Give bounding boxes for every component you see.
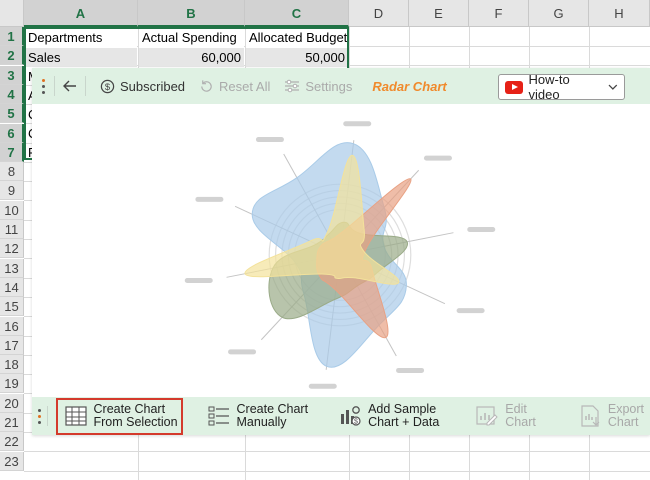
edit-chart-button[interactable]: Edit Chart (469, 398, 542, 434)
row-header-13[interactable]: 13 (0, 258, 24, 278)
radar-axis-label-placeholder (396, 367, 425, 373)
add-sample-chart-data-button[interactable]: $ Add Sample Chart + Data (332, 398, 445, 434)
cell-a1[interactable]: Departments (25, 28, 137, 47)
radar-chart-addin-panel: $ Subscribed Reset All Settings Radar Ch… (32, 68, 650, 435)
reset-all-button[interactable]: Reset All (199, 79, 270, 94)
table-icon (64, 406, 87, 426)
row-header-23[interactable]: 23 (0, 451, 24, 471)
row-header-4[interactable]: 4 (0, 84, 24, 104)
edit-chart-line1: Edit (505, 402, 527, 416)
create-from-selection-line1: Create Chart (93, 402, 166, 416)
addin-toolbar: $ Subscribed Reset All Settings Radar Ch… (32, 68, 650, 104)
create-manually-line1: Create Chart (236, 402, 309, 416)
radar-chart-preview (32, 104, 650, 396)
row-header-2[interactable]: 2 (0, 46, 24, 66)
bottom-menu-dots[interactable] (38, 408, 42, 424)
export-chart-button[interactable]: Export Chart (572, 398, 650, 434)
list-edit-icon (208, 406, 229, 426)
subscribed-label: Subscribed (120, 78, 186, 94)
column-header-c[interactable]: C (245, 0, 349, 27)
add-sample-line1: Add Sample (368, 402, 437, 416)
grid-row-line (24, 451, 650, 453)
add-sample-line2: Chart + Data (368, 415, 440, 429)
back-button[interactable] (63, 79, 77, 93)
row-header-16[interactable]: 16 (0, 316, 24, 336)
dollar-circle-icon: $ (100, 79, 115, 93)
cell-b2[interactable]: 60,000 (139, 48, 244, 67)
row-header-5[interactable]: 5 (0, 104, 24, 124)
row-header-12[interactable]: 12 (0, 239, 24, 259)
grid-row-line (24, 470, 650, 472)
create-from-selection-line2: From Selection (93, 415, 178, 429)
export-chart-icon (581, 405, 600, 427)
howto-video-dropdown[interactable]: How-to video (498, 72, 625, 102)
toolbar-separator (54, 76, 55, 96)
addin-bottom-bar: Create Chart From Selection Create Chart M… (32, 397, 650, 435)
row-header-17[interactable]: 17 (0, 335, 24, 355)
create-manually-line2: Manually (236, 415, 287, 429)
radar-axis-label-placeholder (343, 121, 372, 127)
reset-icon (201, 79, 212, 92)
edit-chart-line2: Chart (505, 415, 536, 429)
create-chart-from-selection-button[interactable]: Create Chart From Selection (55, 397, 183, 435)
radar-axis-label-placeholder (195, 196, 224, 202)
create-chart-manually-button[interactable]: Create Chart Manually (201, 398, 315, 434)
row-header-14[interactable]: 14 (0, 277, 24, 297)
export-chart-line1: Export (607, 402, 644, 416)
settings-label: Settings (305, 78, 353, 94)
row-header-11[interactable]: 11 (0, 220, 24, 239)
cell-c2[interactable]: 50,000 (246, 48, 348, 67)
row-header-3[interactable]: 3 (0, 65, 24, 85)
column-header-b[interactable]: B (138, 0, 245, 27)
youtube-icon (505, 80, 523, 94)
svg-text:$: $ (105, 81, 111, 91)
column-header-g[interactable]: G (529, 0, 589, 27)
settings-button[interactable]: Settings (284, 79, 352, 94)
chevron-down-icon (608, 84, 618, 90)
row-header-10[interactable]: 10 (0, 200, 24, 220)
row-header-1[interactable]: 1 (0, 27, 24, 46)
column-header-a[interactable]: A (24, 0, 138, 27)
row-header-19[interactable]: 19 (0, 374, 24, 394)
row-header-6[interactable]: 6 (0, 123, 24, 143)
edit-chart-icon (476, 406, 498, 426)
radar-axis-label-placeholder (456, 308, 485, 314)
panel-menu-dots[interactable] (36, 78, 50, 94)
row-header-22[interactable]: 22 (0, 432, 24, 452)
row-header-9[interactable]: 9 (0, 181, 24, 201)
subscribed-button[interactable]: $ Subscribed (100, 79, 185, 94)
row-header-15[interactable]: 15 (0, 297, 24, 317)
row-header-7[interactable]: 7 (0, 142, 24, 162)
back-arrow-icon (63, 80, 76, 92)
radar-axis-label-placeholder (228, 349, 257, 355)
radar-axis-label-placeholder (184, 277, 213, 283)
chart-type-title: Radar Chart (372, 78, 447, 94)
svg-text:$: $ (354, 419, 358, 426)
cell-a2[interactable]: Sales (25, 48, 137, 67)
column-header-d[interactable]: D (349, 0, 409, 27)
row-header-21[interactable]: 21 (0, 413, 24, 432)
row-header-20[interactable]: 20 (0, 393, 24, 413)
radar-axis-label-placeholder (308, 383, 337, 389)
radar-axis-label-placeholder (423, 155, 452, 161)
column-header-h[interactable]: H (589, 0, 650, 27)
row-header-8[interactable]: 8 (0, 162, 24, 182)
column-header-f[interactable]: F (469, 0, 529, 27)
toolbar-separator (85, 76, 86, 96)
select-all-corner[interactable] (0, 0, 24, 27)
radar-axis-label-placeholder (467, 227, 496, 233)
export-chart-line2: Chart (607, 415, 639, 429)
cell-b1[interactable]: Actual Spending (139, 28, 244, 47)
radar-axis-label-placeholder (255, 137, 284, 143)
sliders-icon (285, 79, 300, 93)
radar-chart-svg (184, 121, 496, 389)
reset-all-label: Reset All (219, 78, 271, 94)
column-header-e[interactable]: E (409, 0, 469, 27)
sample-data-icon: $ (341, 406, 361, 426)
row-header-18[interactable]: 18 (0, 355, 24, 375)
cell-c1[interactable]: Allocated Budget (246, 28, 348, 47)
howto-video-label: How-to video (528, 72, 570, 102)
